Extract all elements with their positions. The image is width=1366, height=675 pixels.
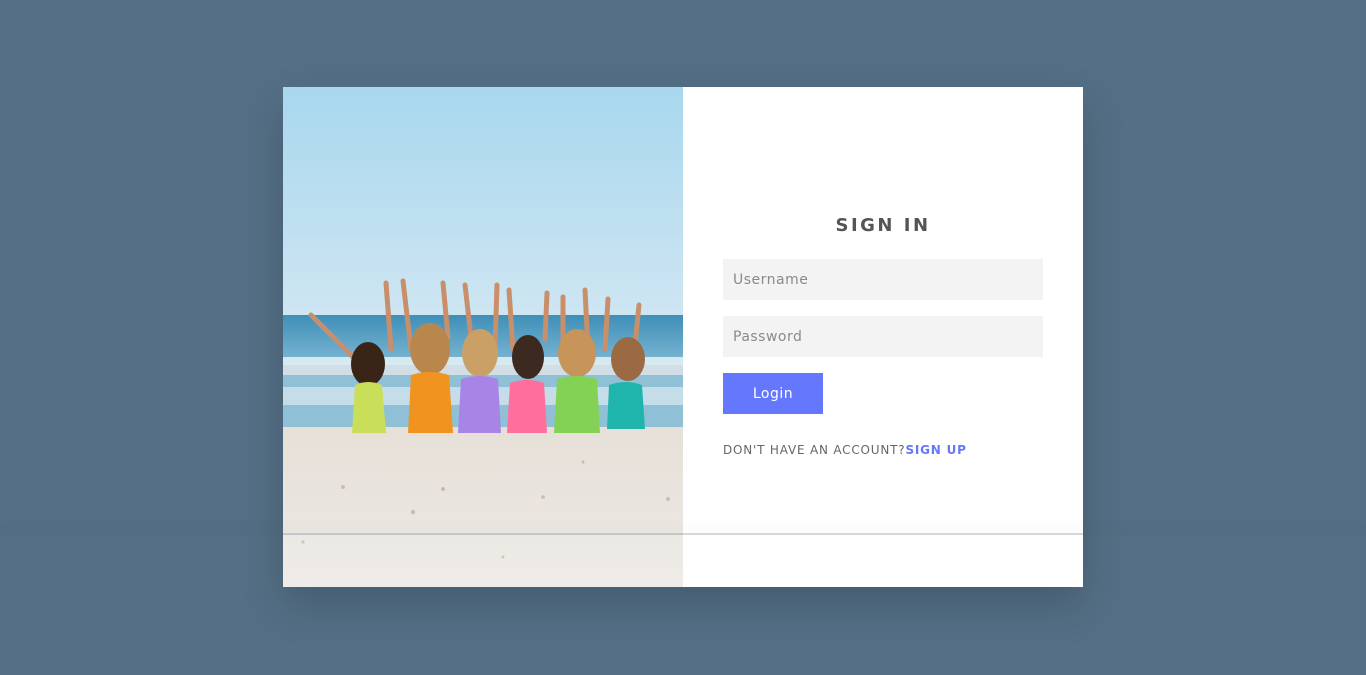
page-title: SIGN IN: [835, 215, 931, 236]
login-form: SIGN IN Login DON'T HAVE AN ACCOUNT?SIGN…: [683, 87, 1083, 587]
login-card: SIGN IN Login DON'T HAVE AN ACCOUNT?SIGN…: [283, 87, 1083, 587]
signup-prompt: DON'T HAVE AN ACCOUNT?SIGN UP: [723, 443, 967, 457]
beach-photo: [283, 87, 683, 587]
divider: [0, 533, 1366, 535]
login-button[interactable]: Login: [723, 373, 823, 414]
username-input[interactable]: [723, 259, 1043, 300]
page: SIGN IN Login DON'T HAVE AN ACCOUNT?SIGN…: [0, 0, 1366, 675]
signup-link[interactable]: SIGN UP: [905, 443, 966, 457]
password-input[interactable]: [723, 316, 1043, 357]
no-account-text: DON'T HAVE AN ACCOUNT?: [723, 443, 906, 457]
